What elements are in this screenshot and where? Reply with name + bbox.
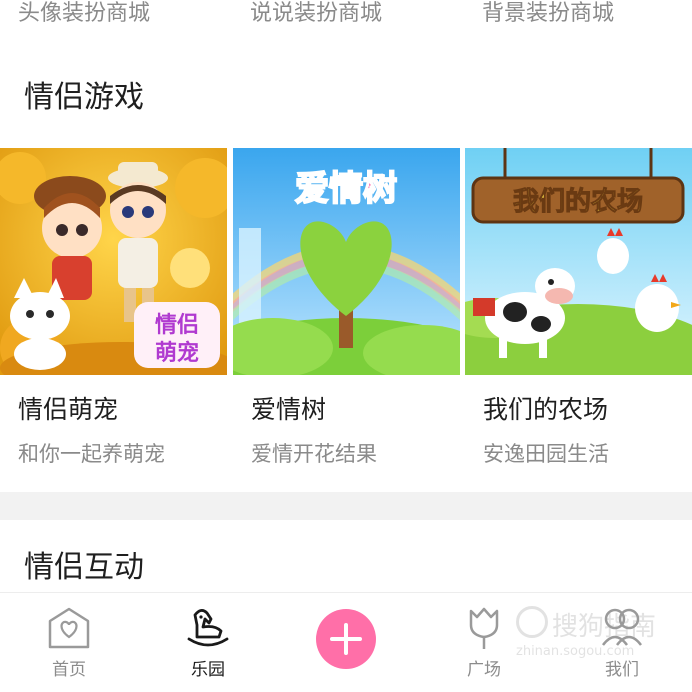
background-shop-link[interactable]: 背景装扮商城: [482, 0, 614, 28]
game-title: 爱情树: [251, 395, 327, 424]
game-subtitle: 安逸田园生活: [483, 442, 609, 466]
game-card-love-tree[interactable]: 爱情树 爱情树 爱情开花结果: [233, 148, 460, 478]
game-thumbnail-pet[interactable]: 情侣 萌宠: [0, 148, 227, 375]
section-divider: [0, 492, 692, 520]
farm-game-art: 我们的农场: [465, 148, 692, 375]
game-subtitle: 和你一起养萌宠: [18, 442, 165, 466]
svg-text:情侣: 情侣: [155, 312, 199, 338]
tab-label: 乐园: [191, 660, 225, 680]
game-thumbnail-love-tree[interactable]: 爱情树: [233, 148, 460, 375]
games-list: 情侣 萌宠 情侣萌宠 和你一起养萌宠 爱情树 爱情树 爱情开花结果 我们的农场 …: [0, 148, 692, 478]
svg-text:爱情树: 爱情树: [295, 169, 397, 209]
tab-home[interactable]: 首页: [19, 593, 119, 692]
game-subtitle: 爱情开花结果: [251, 442, 377, 466]
avatar-shop-link[interactable]: 头像装扮商城: [18, 0, 150, 28]
tab-park[interactable]: 乐园: [158, 593, 258, 692]
game-title: 情侣萌宠: [18, 395, 119, 424]
pet-game-art: 情侣 萌宠: [0, 148, 227, 375]
svg-text:我们的农场: 我们的农场: [513, 186, 643, 217]
couple-games-title: 情侣游戏: [24, 80, 144, 115]
game-card-farm[interactable]: 我们的农场 我们的农场 安逸田园生活: [465, 148, 692, 478]
love-tree-game-art: 爱情树: [233, 148, 460, 375]
tulip-icon: [469, 607, 499, 649]
couple-interaction-title: 情侣互动: [24, 550, 144, 585]
tab-label: 首页: [52, 660, 86, 680]
watermark: 搜狗指南 zhinan.sogou.com: [516, 600, 676, 670]
game-thumbnail-farm[interactable]: 我们的农场: [465, 148, 692, 375]
shop-links-row: 头像装扮商城 说说装扮商城 背景装扮商城: [0, 0, 692, 40]
status-shop-link[interactable]: 说说装扮商城: [250, 0, 382, 28]
home-heart-icon: [48, 607, 90, 649]
game-card-pet[interactable]: 情侣 萌宠 情侣萌宠 和你一起养萌宠: [0, 148, 227, 478]
rocking-horse-icon: [187, 609, 229, 647]
add-post-button[interactable]: [316, 609, 376, 669]
plus-icon-vertical: [344, 623, 348, 655]
watermark-text: 搜狗指南: [552, 612, 657, 642]
watermark-logo-icon: [516, 606, 548, 638]
svg-text:萌宠: 萌宠: [155, 340, 199, 366]
watermark-url: zhinan.sogou.com: [516, 644, 635, 659]
game-title: 我们的农场: [483, 395, 609, 424]
